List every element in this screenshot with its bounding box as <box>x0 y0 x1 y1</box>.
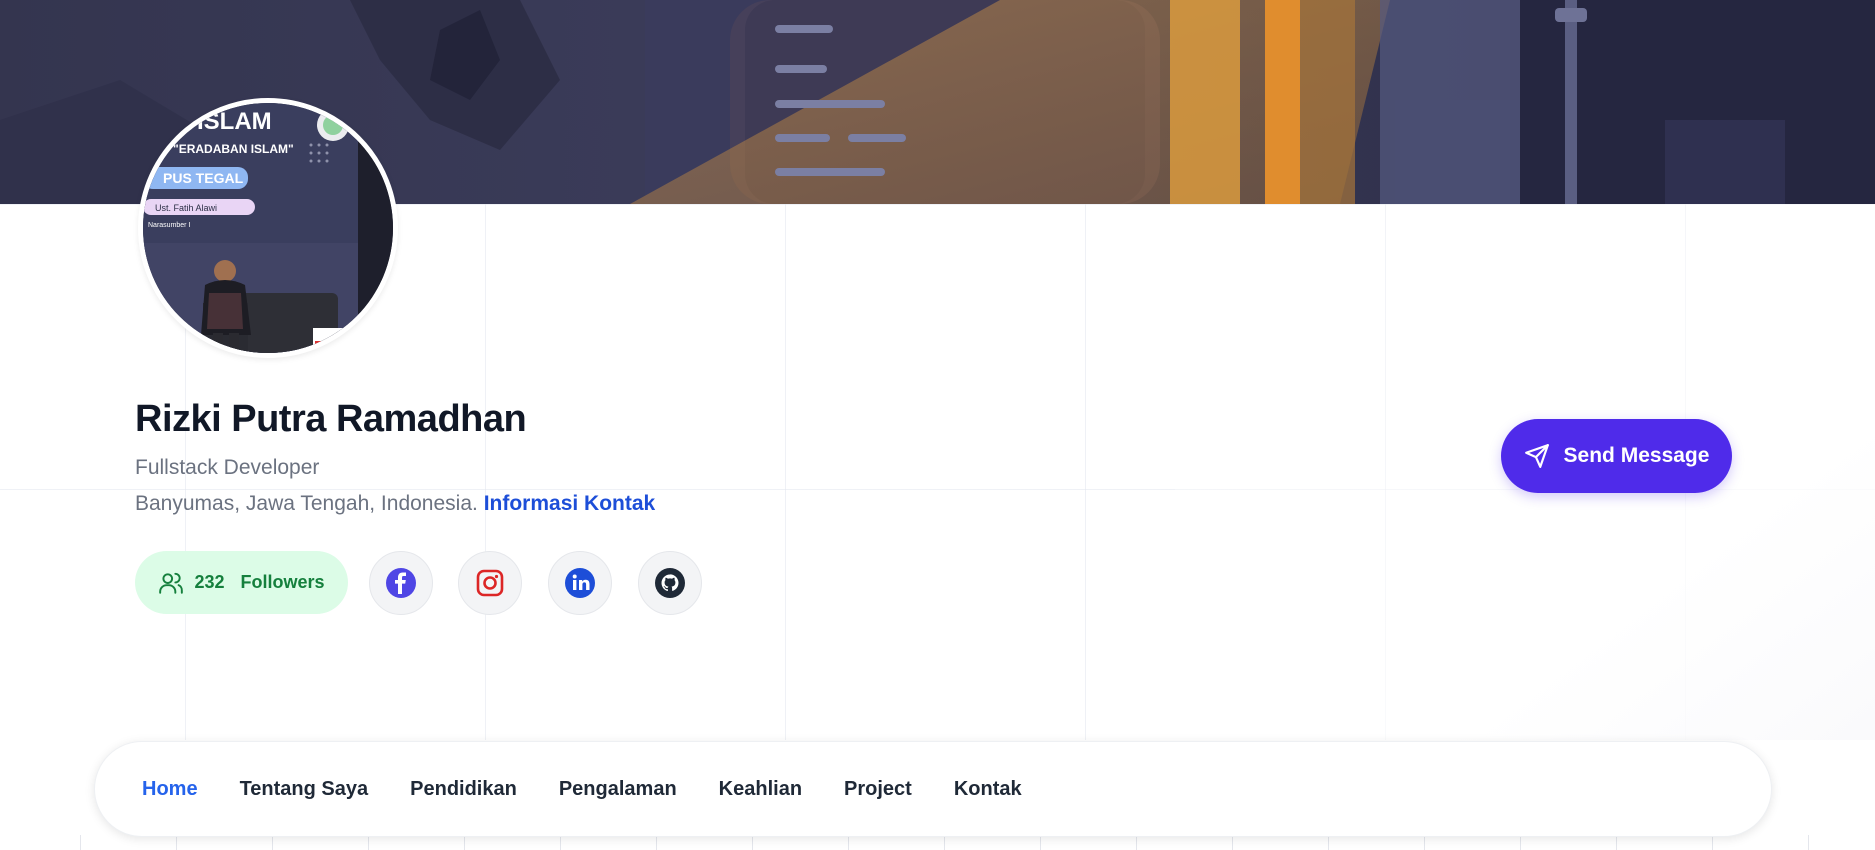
profile-location-line: Banyumas, Jawa Tengah, Indonesia. Inform… <box>135 492 655 516</box>
followers-badge[interactable]: 232 Followers <box>135 551 348 614</box>
followers-count: 232 <box>194 572 225 592</box>
facebook-icon <box>386 568 416 598</box>
section-nav: Home Tentang Saya Pendidikan Pengalaman … <box>94 741 1772 837</box>
avatar-banner-line2: "ERADABAN ISLAM" <box>173 142 294 156</box>
contact-info-link[interactable]: Informasi Kontak <box>484 492 656 515</box>
send-icon <box>1524 444 1549 468</box>
nav-item-home[interactable]: Home <box>142 778 198 801</box>
avatar-banner-line5: Narasumber I <box>148 222 190 229</box>
profile-role: Fullstack Developer <box>135 456 320 479</box>
nav-item-project[interactable]: Project <box>844 778 912 801</box>
nav-item-keahlian[interactable]: Keahlian <box>719 778 802 801</box>
followers-label: Followers <box>240 572 325 592</box>
send-message-button[interactable]: Send Message <box>1501 419 1732 493</box>
avatar: N ISLAM "ERADABAN ISLAM" PUS TEGAL Ust. … <box>138 98 398 358</box>
grid-bottom-strip <box>0 835 1875 850</box>
github-button[interactable] <box>638 551 702 615</box>
instagram-button[interactable] <box>458 551 522 615</box>
linkedin-button[interactable] <box>548 551 612 615</box>
github-icon <box>655 568 685 598</box>
send-message-label: Send Message <box>1563 444 1710 467</box>
linkedin-icon <box>565 568 595 598</box>
nav-item-kontak[interactable]: Kontak <box>954 778 1022 801</box>
instagram-icon <box>476 569 504 597</box>
avatar-banner-line3: PUS TEGAL <box>163 170 244 186</box>
profile-name: Rizki Putra Ramadhan <box>135 398 527 440</box>
nav-item-pendidikan[interactable]: Pendidikan <box>410 778 517 801</box>
users-icon <box>159 572 184 594</box>
nav-item-pengalaman[interactable]: Pengalaman <box>559 778 677 801</box>
avatar-photo: N ISLAM "ERADABAN ISLAM" PUS TEGAL Ust. … <box>143 103 393 353</box>
profile-location: Banyumas, Jawa Tengah, Indonesia. <box>135 492 478 515</box>
profile-page: N ISLAM "ERADABAN ISLAM" PUS TEGAL Ust. … <box>0 0 1875 850</box>
facebook-button[interactable] <box>369 551 433 615</box>
avatar-banner-line4: Ust. Fatih Alawi <box>155 203 217 213</box>
nav-item-tentang-saya[interactable]: Tentang Saya <box>240 778 369 801</box>
